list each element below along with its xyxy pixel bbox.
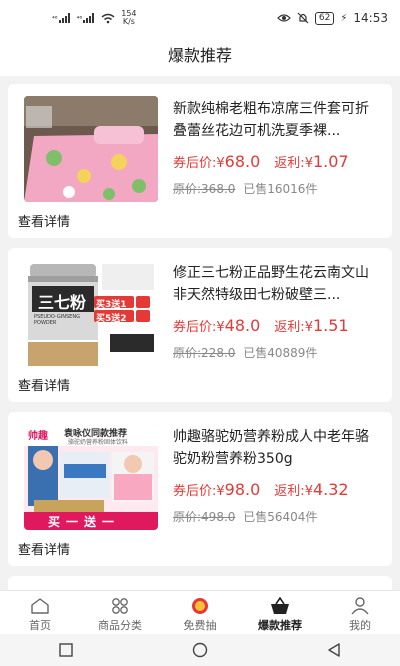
status-left: ⁴⁶ ⁴⁶ 154 K/s [52,10,137,26]
user-icon [351,597,369,615]
system-nav-bar [0,634,400,666]
coupon-price: 68.0 [224,152,261,171]
product-card[interactable]: 新款纯棉老粗布凉席三件套可折叠蕾丝花边可机洗夏季裸... 券后价: ¥ 68.0… [8,84,392,238]
product-title[interactable]: 修正三七粉正品野生花云南文山非天然特级田七粉破壁三... [173,262,378,306]
promo-banner: 买一送一 [48,515,121,529]
currency-symbol: ¥ [304,320,313,335]
home-icon [31,598,49,614]
orig-value: 368.0 [201,182,236,196]
sub-label: 骆驼奶营养粉固体饮料 [68,439,129,446]
tab-label: 商品分类 [98,619,142,632]
charging-icon: ⚡ [340,12,348,24]
tab-mine[interactable]: 我的 [320,591,400,635]
product-title[interactable]: 新款纯棉老粗布凉席三件套可折叠蕾丝花边可机洗夏季裸... [173,98,378,142]
brand-label: 帅趣 [28,431,48,442]
coupon-price-label: 券后价: [173,484,217,499]
signal-label-2: ⁴⁶ [76,15,83,23]
product-image-camel-milk[interactable]: 帅趣 袁咏仪同款推荐 骆驼奶营养粉固体饮料 买一送一 [24,424,158,530]
tab-label: 爆款推荐 [258,619,302,632]
lottery-icon [192,598,208,614]
original-price: 原价:228.0 [173,346,235,360]
price-row: 券后价: ¥ 48.0 返利: ¥ 1.51 [173,316,383,335]
product-image-notoginseng[interactable]: 三七粉 PSEUDO-GINSENG POWDER 买3送1 买5送2 [24,260,158,366]
status-bar: ⁴⁶ ⁴⁶ 154 K/s 62 ⚡ 14:53 [0,0,400,36]
product-card[interactable] [8,576,392,590]
back-icon[interactable] [327,643,341,657]
tab-free-draw[interactable]: 免费抽 [160,591,240,635]
chevron-right-icon[interactable]: › [18,374,378,393]
rebate-label: 返利: [274,320,305,335]
view-details-row[interactable]: 查看详情 › [8,366,392,402]
tab-hot-recommend[interactable]: 爆款推荐 [240,591,320,635]
speed-unit: K/s [122,17,135,26]
battery-icon: 62 [314,11,335,25]
meta-row: 原价:368.0 已售16016件 [173,180,317,197]
price-row: 券后价: ¥ 98.0 返利: ¥ 4.32 [173,480,383,499]
recents-icon[interactable] [59,643,74,657]
rebate-value: 1.51 [312,316,349,335]
price-row: 券后价: ¥ 68.0 返利: ¥ 1.07 [173,152,383,171]
eye-icon [277,14,291,22]
chevron-right-icon[interactable]: › [18,210,378,229]
sold-count: 已售16016件 [243,182,318,196]
currency-symbol: ¥ [216,156,225,171]
bottom-tab-bar: 首页 商品分类 免费抽 爆款推荐 我的 [0,590,400,635]
tab-category[interactable]: 商品分类 [80,591,160,635]
coupon-price: 48.0 [224,316,261,335]
orig-label: 原价: [173,182,202,196]
rebate-label: 返利: [274,484,305,499]
promo-badge-1: 买3送1 [96,300,127,310]
jar-sub-label: PSEUDO-GINSENG POWDER [34,314,80,326]
currency-symbol: ¥ [216,320,225,335]
wifi-icon [101,13,115,23]
product-title[interactable]: 帅趣骆驼奶营养粉成人中老年骆驼奶粉营养粉350g [173,426,378,470]
tab-label: 首页 [29,619,51,632]
signal-label: ⁴⁶ [52,15,58,23]
tab-label: 免费抽 [183,619,217,632]
jar-label: 三七粉 [38,293,87,312]
network-speed: 154 K/s [121,10,136,26]
page-title: 爆款推荐 [0,36,400,76]
chevron-right-icon[interactable]: › [18,538,378,557]
coupon-price-label: 券后价: [173,320,217,335]
meta-row: 原价:498.0 已售56404件 [173,508,317,525]
product-list[interactable]: 新款纯棉老粗布凉席三件套可折叠蕾丝花边可机洗夏季裸... 券后价: ¥ 68.0… [0,76,400,590]
orig-label: 原价: [173,510,202,524]
orig-value: 228.0 [201,346,236,360]
sold-count: 已售56404件 [243,510,318,524]
mute-bell-icon [297,12,309,24]
rebate-value: 1.07 [312,152,349,171]
tab-home[interactable]: 首页 [0,591,80,635]
status-right: 62 ⚡ 14:53 [277,11,388,25]
home-circle-icon[interactable] [192,642,208,658]
currency-symbol: ¥ [304,484,313,499]
original-price: 原价:368.0 [173,182,235,196]
view-details-row[interactable]: 查看详情 › [8,202,392,238]
basket-icon [271,597,289,614]
currency-symbol: ¥ [216,484,225,499]
promo-badge-2: 买5送2 [96,314,127,324]
rebate-label: 返利: [274,156,305,171]
original-price: 原价:498.0 [173,510,235,524]
product-image-bedsheet[interactable] [24,96,158,202]
meta-row: 原价:228.0 已售40889件 [173,344,317,361]
clock: 14:53 [353,11,388,25]
sold-count: 已售40889件 [243,346,318,360]
signal-icon-2: ⁴⁶ [77,13,96,23]
orig-value: 498.0 [201,510,236,524]
coupon-price-label: 券后价: [173,156,217,171]
orig-label: 原价: [173,346,202,360]
product-card[interactable]: 三七粉 PSEUDO-GINSENG POWDER 买3送1 买5送2 修正三七… [8,248,392,402]
currency-symbol: ¥ [304,156,313,171]
coupon-price: 98.0 [224,480,261,499]
signal-icon: ⁴⁶ [52,13,71,23]
view-details-row[interactable]: 查看详情 › [8,530,392,566]
rebate-value: 4.32 [312,480,349,499]
tab-label: 我的 [349,619,371,632]
product-card[interactable]: 帅趣 袁咏仪同款推荐 骆驼奶营养粉固体饮料 买一送一 帅趣骆驼奶营养粉成人中老年… [8,412,392,566]
category-icon [112,598,128,614]
